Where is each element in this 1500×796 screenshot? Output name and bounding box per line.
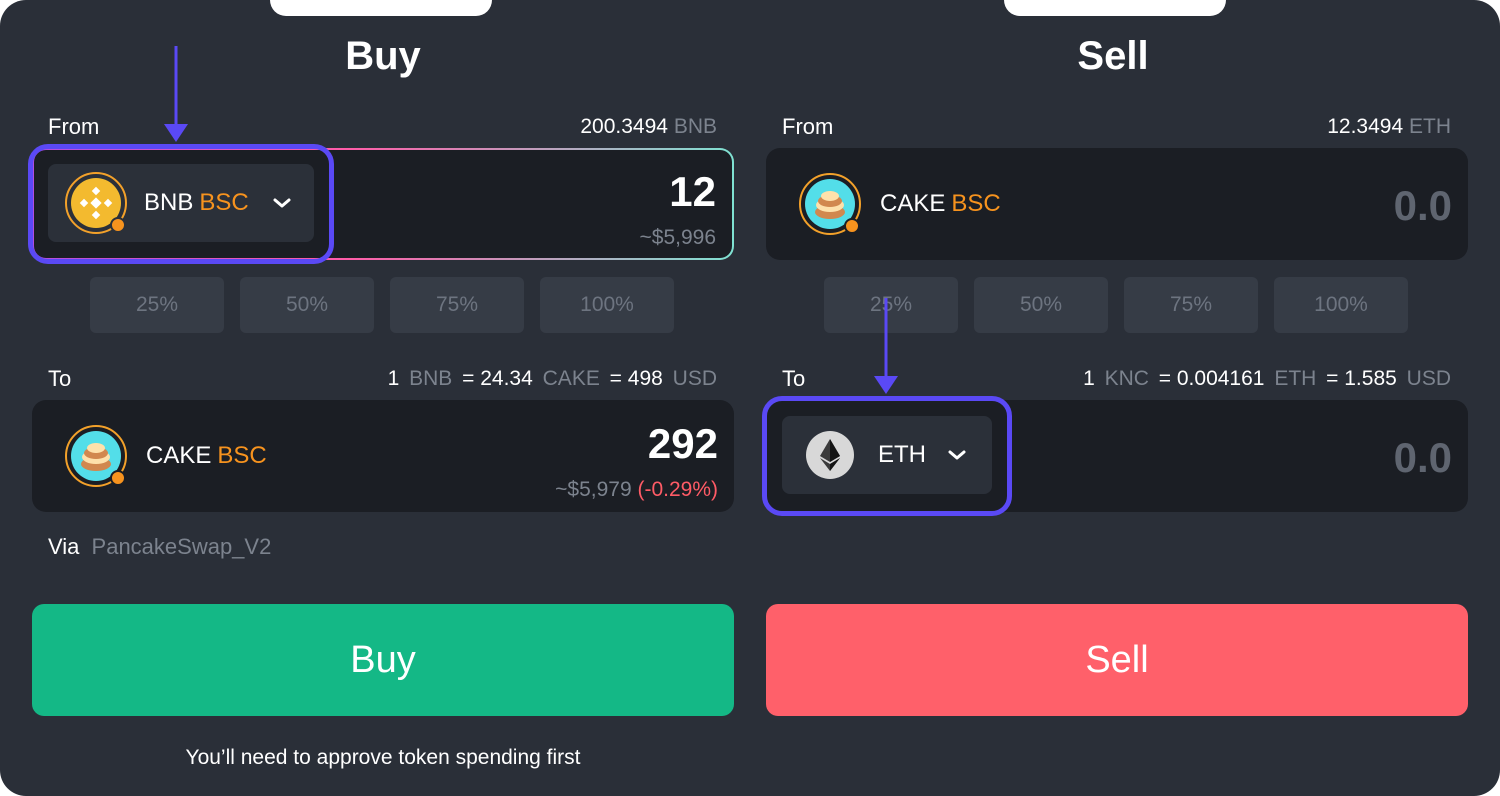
cake-icon xyxy=(64,424,128,488)
sell-from-token: CAKE BSC xyxy=(798,172,1001,236)
via-value: PancakeSwap_V2 xyxy=(91,534,272,559)
arrow-down-icon xyxy=(874,298,898,394)
buy-percent-100[interactable]: 100% xyxy=(540,277,674,333)
buy-to-label: To xyxy=(48,366,72,391)
via-row: Via PancakeSwap_V2 xyxy=(48,534,272,559)
buy-button[interactable]: Buy xyxy=(32,604,734,716)
buy-token-highlight xyxy=(28,144,334,264)
buy-to-usd: ~$5,979 (-0.29%) xyxy=(555,478,718,501)
sell-from-amount-box[interactable]: CAKE BSC 0.0 xyxy=(766,148,1468,260)
buy-from-balance: 200.3494 BNB xyxy=(580,115,717,138)
sell-from-label: From xyxy=(782,114,834,139)
sell-from-balance: 12.3494 ETH xyxy=(1327,115,1451,138)
buy-percent-25[interactable]: 25% xyxy=(90,277,224,333)
sell-percent-100[interactable]: 100% xyxy=(1274,277,1408,333)
sell-token-highlight xyxy=(762,396,1012,516)
swap-panel: Buy From 200.3494 BNB 12 ~$5,996 BNB BSC… xyxy=(0,0,1500,796)
sell-to-amount: 0.0 xyxy=(1393,434,1452,481)
buy-from-amount[interactable]: 12 xyxy=(669,168,716,216)
buy-rate: 1 BNB = 24.34 CAKE = 498 USD xyxy=(387,367,717,390)
buy-title: Buy xyxy=(345,34,421,78)
buy-from-usd: ~$5,996 xyxy=(639,226,717,249)
sell-rate: 1 KNC = 0.004161 ETH = 1.585 USD xyxy=(1083,367,1451,390)
network-badge xyxy=(844,218,860,234)
sell-to-label: To xyxy=(782,366,806,391)
sell-percent-50[interactable]: 50% xyxy=(974,277,1108,333)
sell-percent-75[interactable]: 75% xyxy=(1124,277,1258,333)
top-notch-right xyxy=(1004,0,1226,16)
top-notch-left xyxy=(270,0,492,16)
network-badge xyxy=(110,470,126,486)
buy-to-amount-box: CAKE BSC 292 ~$5,979 (-0.29%) xyxy=(32,400,734,512)
sell-title: Sell xyxy=(1077,34,1149,78)
buy-percent-75[interactable]: 75% xyxy=(390,277,524,333)
buy-percent-50[interactable]: 50% xyxy=(240,277,374,333)
buy-from-label: From xyxy=(48,114,100,139)
cake-icon xyxy=(798,172,862,236)
arrow-down-icon xyxy=(164,46,188,142)
buy-to-amount: 292 xyxy=(647,420,718,467)
approve-footnote: You’ll need to approve token spending fi… xyxy=(185,746,581,769)
sell-from-amount[interactable]: 0.0 xyxy=(1394,182,1452,230)
buy-to-token: CAKE BSC xyxy=(64,424,267,488)
sell-button[interactable]: Sell xyxy=(766,604,1468,716)
